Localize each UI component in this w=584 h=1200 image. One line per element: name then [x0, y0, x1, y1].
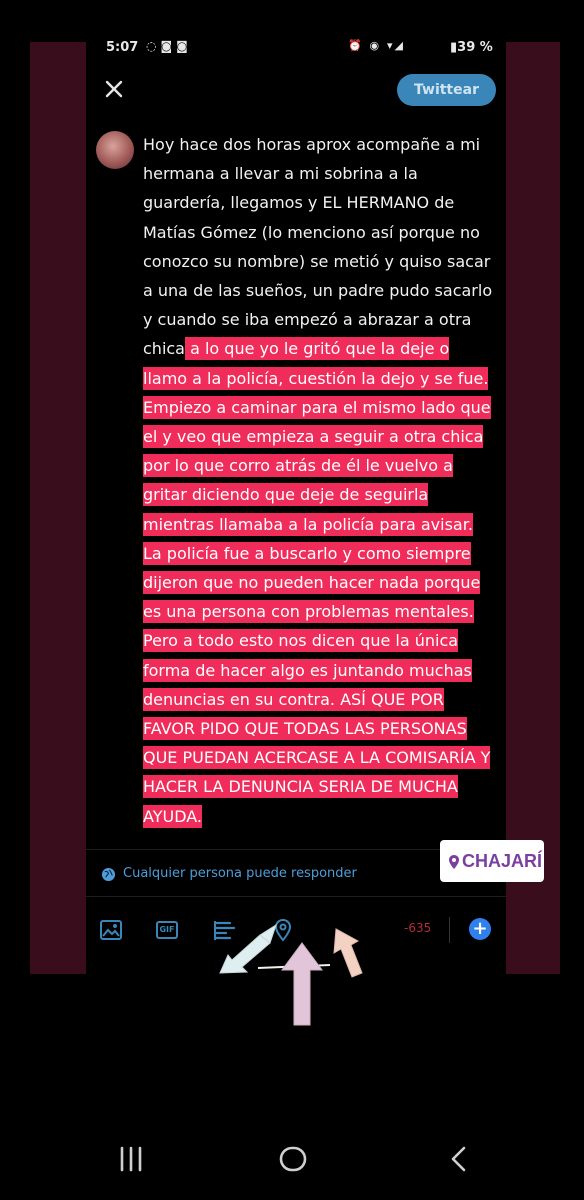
toolbar-divider	[449, 917, 450, 943]
close-icon[interactable]	[101, 76, 127, 102]
avatar	[96, 131, 134, 169]
status-bar: 5:07 ◌◙◙ ⏰ ◉ ▾◢ ▮39 %	[86, 36, 506, 60]
whatsapp-icon: ◌	[146, 39, 161, 53]
background-panel-left	[30, 42, 86, 974]
image-icon[interactable]	[98, 917, 124, 943]
location-sticker[interactable]: CHAJARÍ	[440, 840, 544, 882]
home-icon[interactable]	[278, 1144, 308, 1174]
android-nav-bar	[0, 1130, 584, 1190]
character-count: -635	[404, 921, 432, 935]
reply-setting-label: Cualquier persona puede responder	[123, 866, 357, 881]
background-panel-right	[506, 42, 560, 974]
battery-level: ▮39 %	[450, 40, 493, 55]
instagram-icon: ◙	[176, 39, 192, 53]
signal-icon: ◢	[394, 39, 405, 52]
wifi-icon: ▾	[387, 39, 395, 52]
location-pin-icon	[449, 855, 459, 870]
alarm-icon: ⏰	[348, 39, 364, 52]
arrow-right-icon	[333, 928, 363, 978]
arrow-left-icon	[219, 923, 277, 974]
location-name: CHAJARÍ	[462, 851, 543, 871]
tweet-button[interactable]: Twittear	[397, 74, 496, 106]
tweet-text-highlighted: a lo que yo le gritó que la deje o llamo…	[143, 337, 491, 828]
notification-icons: ◌◙◙	[146, 39, 192, 53]
eye-icon: ◉	[369, 39, 382, 52]
annotation-arrows	[219, 923, 363, 1026]
instagram-icon: ◙	[160, 39, 177, 53]
add-tweet-button[interactable]: +	[469, 918, 491, 940]
recent-apps-icon[interactable]	[116, 1144, 146, 1174]
status-time: 5:07	[106, 40, 139, 55]
back-icon[interactable]	[444, 1144, 474, 1174]
globe-icon	[101, 867, 116, 882]
system-icons: ⏰ ◉ ▾◢	[348, 39, 405, 52]
arrow-center-icon	[281, 942, 323, 1026]
tweet-text-plain: Hoy hace dos horas aprox acompañe a mi h…	[143, 135, 493, 359]
tweet-compose-text[interactable]: Hoy hace dos horas aprox acompañe a mi h…	[143, 130, 495, 831]
gif-icon[interactable]: GIF	[156, 921, 178, 939]
